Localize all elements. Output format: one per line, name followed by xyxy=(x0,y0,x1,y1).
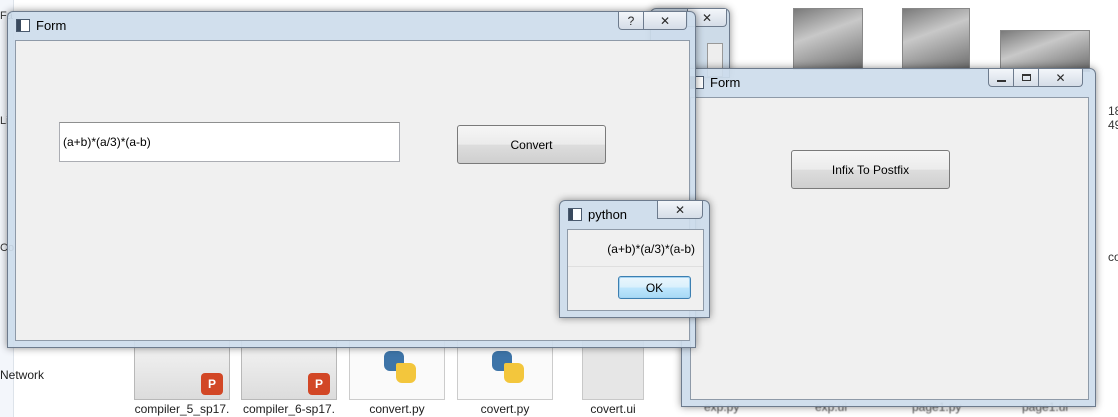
powerpoint-icon: P xyxy=(308,373,330,395)
image-thumbnail[interactable] xyxy=(1000,30,1090,72)
close-icon: ✕ xyxy=(701,10,713,25)
python-file-icon xyxy=(457,340,553,400)
edge-text: 18 xyxy=(1108,104,1118,118)
titlebar[interactable]: python ✕ xyxy=(560,201,709,229)
file-name: compiler_5_sp17. xyxy=(134,402,230,416)
file-item[interactable]: convert.py xyxy=(347,340,447,416)
minimize-icon xyxy=(996,79,1006,82)
titlebar[interactable]: Form ? ✕ xyxy=(8,12,695,40)
help-icon: ? xyxy=(627,13,635,28)
expression-input[interactable]: (a+b)*(a/3)*(a-b) xyxy=(59,122,400,162)
file-name: convert.py xyxy=(369,402,425,416)
window-title: Form xyxy=(710,75,741,90)
app-icon xyxy=(568,208,582,221)
python-file-icon xyxy=(349,340,445,400)
close-icon: ✕ xyxy=(659,13,671,28)
file-name: compiler_6-sp17. xyxy=(242,402,336,416)
close-icon: ✕ xyxy=(1055,70,1066,85)
file-item[interactable]: covert.ui xyxy=(563,340,663,416)
dialog-button-bar: OK xyxy=(568,266,703,310)
close-button[interactable]: ✕ xyxy=(1038,69,1083,87)
app-icon xyxy=(16,19,30,32)
file-name: covert.py xyxy=(480,402,530,416)
file-name: covert.ui xyxy=(590,402,636,416)
convert-button[interactable]: Convert xyxy=(457,125,606,164)
maximize-icon xyxy=(1021,74,1031,81)
file-item[interactable]: covert.py xyxy=(455,340,555,416)
dialog-body: (a+b)*(a/3)*(a-b) OK xyxy=(567,229,704,311)
form-client-area: Infix To Postfix xyxy=(690,97,1089,400)
file-item[interactable]: P compiler_5_sp17. xyxy=(132,340,232,416)
close-button[interactable]: ✕ xyxy=(643,12,687,30)
dialog-title: python xyxy=(588,207,628,222)
ui-file-icon xyxy=(582,340,644,400)
help-button[interactable]: ? xyxy=(618,12,644,30)
file-item[interactable]: P compiler_6-sp17. xyxy=(239,340,339,416)
maximize-button[interactable] xyxy=(1013,69,1039,87)
image-thumbnail[interactable] xyxy=(902,8,970,70)
pptx-thumbnail: P xyxy=(134,340,230,400)
dialog-message: (a+b)*(a/3)*(a-b) xyxy=(607,242,695,256)
pptx-thumbnail: P xyxy=(241,340,337,400)
minimize-button[interactable] xyxy=(988,69,1014,87)
edge-text: co xyxy=(1108,250,1118,264)
edge-text: 49 xyxy=(1108,118,1118,132)
nav-item-network[interactable]: Network xyxy=(0,368,44,382)
close-icon: ✕ xyxy=(674,202,686,217)
infix-to-postfix-button[interactable]: Infix To Postfix xyxy=(791,150,950,189)
form-window-secondary: Form ✕ Infix To Postfix xyxy=(681,68,1096,407)
image-thumbnail[interactable] xyxy=(793,8,863,70)
powerpoint-icon: P xyxy=(201,373,223,395)
window-title: Form xyxy=(36,18,67,33)
message-dialog: python ✕ (a+b)*(a/3)*(a-b) OK xyxy=(559,200,710,318)
ok-button[interactable]: OK xyxy=(618,276,691,299)
close-button[interactable]: ✕ xyxy=(657,201,703,219)
titlebar[interactable]: Form ✕ xyxy=(682,69,1095,97)
